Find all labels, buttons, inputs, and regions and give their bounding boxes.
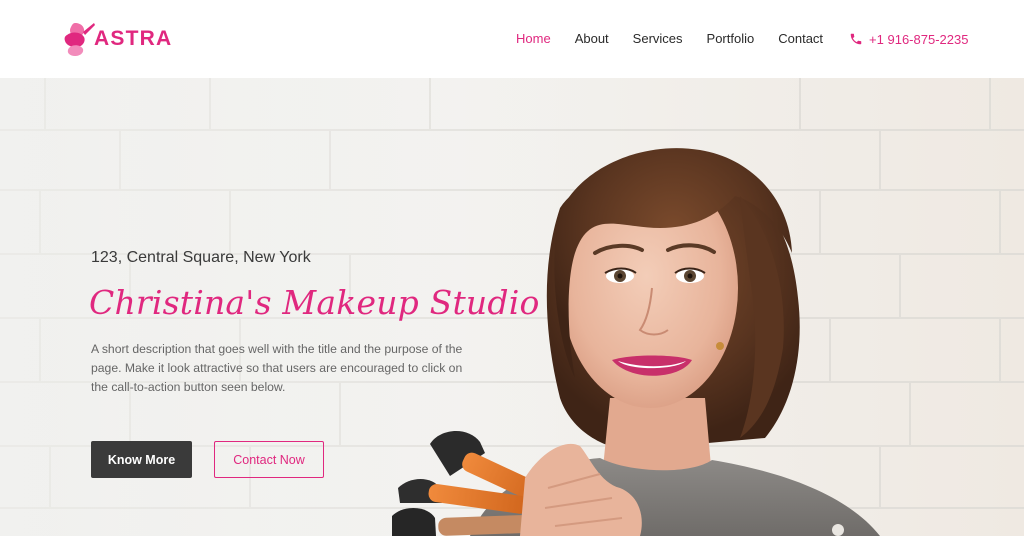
brand-name: ASTRA: [94, 27, 173, 50]
hero-description: A short description that goes well with …: [91, 342, 463, 394]
astra-brush-logo-icon: [64, 23, 95, 56]
know-more-button[interactable]: Know More: [91, 441, 192, 478]
nav-item-home[interactable]: Home: [516, 28, 551, 50]
nav-item-services[interactable]: Services: [633, 28, 683, 50]
hero-address: 123, Central Square, New York: [91, 249, 311, 266]
site-header: ASTRA Home About Services Portfolio Cont…: [0, 0, 1024, 78]
phone-number: +1 916-875-2235: [869, 31, 969, 47]
hero-section: 123, Central Square, New York Christina'…: [0, 78, 1024, 536]
nav-item-portfolio[interactable]: Portfolio: [707, 28, 755, 50]
contact-now-button[interactable]: Contact Now: [214, 441, 324, 478]
phone-icon: [850, 33, 862, 45]
nav-item-contact[interactable]: Contact: [778, 28, 823, 50]
nav-item-about[interactable]: About: [575, 28, 609, 50]
site-logo[interactable]: ASTRA: [62, 20, 172, 58]
hero-title: Christina's Makeup Studio: [89, 283, 540, 322]
nav-phone-link[interactable]: +1 916-875-2235: [849, 32, 968, 47]
main-nav: Home About Services Portfolio Contact +1…: [516, 28, 968, 50]
